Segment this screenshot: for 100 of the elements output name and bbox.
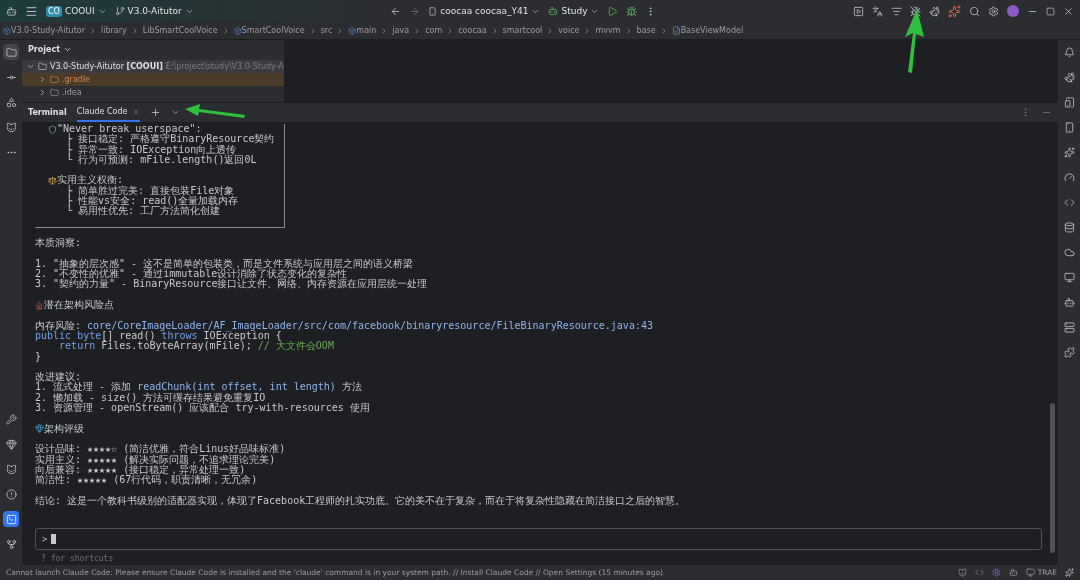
terminal-text: "Never break userspace": (57, 124, 202, 134)
server-icon[interactable] (1063, 321, 1075, 333)
code-token: return (59, 341, 96, 352)
tree-item[interactable]: V3.0-Study-Aitutor [COOUI] E:\project\study\V3.0-Study-A (22, 60, 284, 73)
module-icon (233, 26, 242, 35)
breadcrumb-item[interactable]: LibSmartCoolVoice (142, 26, 218, 35)
breadcrumb-item[interactable]: mvvm (595, 26, 621, 35)
code-icon[interactable] (1063, 196, 1075, 208)
animal-icon[interactable] (1063, 71, 1075, 83)
debug-icon[interactable] (626, 5, 638, 17)
project-selector[interactable]: CO COOUI (46, 5, 107, 17)
folder-icon[interactable] (5, 46, 17, 58)
search-icon[interactable] (969, 5, 980, 17)
cat-icon[interactable] (5, 121, 17, 133)
tool-window-title: Terminal (28, 108, 67, 117)
breadcrumb-item[interactable]: base (636, 26, 656, 35)
puzzle-icon[interactable] (1063, 346, 1075, 358)
animal-icon[interactable] (929, 5, 940, 17)
breadcrumb-item[interactable]: java (392, 26, 410, 35)
terminal-text: [] read() (101, 330, 156, 341)
menu-icon[interactable] (25, 4, 38, 18)
code-token: core/CoreImageLoader/AF_ImageLoader/src/com/facebook/binaryresource/FileBinaryResource.java:43 (87, 320, 653, 331)
cat-icon[interactable] (957, 568, 967, 577)
breadcrumb-item[interactable]: smartcool (502, 26, 543, 35)
terminal-text: └ 行为可预测: mFile.length()返回0L (65, 154, 257, 166)
shapes-icon[interactable] (5, 96, 17, 108)
annotation-arrow (185, 104, 245, 118)
gem-icon[interactable] (5, 438, 17, 450)
robot-icon[interactable] (1063, 296, 1075, 308)
git-icon[interactable] (5, 538, 17, 550)
scrollbar-thumb[interactable] (1050, 403, 1055, 553)
monitor-icon (1025, 568, 1035, 577)
code-token: public byte (35, 330, 102, 341)
bell-icon[interactable] (1063, 46, 1075, 58)
monitor-icon[interactable] (1063, 271, 1075, 283)
terminal-text: 架构评级 (44, 423, 84, 434)
breadcrumb-item[interactable]: coocaa (458, 26, 487, 35)
translate-icon[interactable] (872, 5, 883, 17)
breadcrumb-item[interactable]: src (320, 26, 333, 35)
tools-icon[interactable] (5, 413, 17, 425)
terminal-text: 本质洞察: (35, 238, 82, 249)
tree-item[interactable]: .gradle (22, 73, 284, 86)
gauge-icon[interactable] (1063, 171, 1075, 183)
breadcrumb-item[interactable]: main (356, 26, 377, 35)
terminal-text: 3. "契约的力量" - BinaryResource接口让文件、网络、内存资源在应用层统一处理 (35, 279, 428, 290)
caret-icon[interactable] (170, 108, 180, 117)
terminal-text: 向后兼容: ★★★★★ (接口稳定，异常处理一致) (35, 464, 246, 475)
phone-icon[interactable] (1063, 121, 1075, 133)
terminal-text: 设计品味: ★★★★☆ (简洁优雅，符合Linus好品味标准) (35, 444, 286, 455)
add-icon[interactable] (149, 107, 161, 118)
terminal-text: IOException { (203, 330, 282, 341)
bug-icon[interactable] (910, 5, 921, 17)
back-icon[interactable] (390, 5, 402, 17)
toolbar-icon[interactable] (853, 5, 864, 17)
device-selector[interactable]: coocaa coocaa_Y41 (428, 6, 541, 16)
terminal-text: 3. 资源管理 - openStream() 应该配合 try-with-resources 使用 (35, 403, 370, 414)
folder-icon (50, 88, 59, 97)
settings-icon[interactable] (988, 5, 999, 17)
terminal-text: 2. 懒加载 - size() 方法可缓存结果避免重复IO (35, 392, 266, 403)
terminal-text: 内存风险: (35, 320, 83, 331)
sparkle-icon[interactable] (1063, 146, 1075, 158)
avatar[interactable] (1007, 5, 1019, 17)
breadcrumb-item[interactable]: BaseViewModel (680, 26, 744, 35)
breadcrumb-item[interactable]: V3.0-Study-Aitutor (11, 26, 85, 35)
cat-icon[interactable] (5, 463, 17, 475)
code-token: readChunk(int offset, int length) (137, 382, 336, 393)
breadcrumb-item[interactable]: SmartCoolVoice (241, 26, 305, 35)
sparkle-icon[interactable] (1065, 568, 1074, 577)
terminal-text: 潜在架构风险点 (44, 300, 114, 311)
terminal-text: ├ 异常一致: IOException向上透传 (65, 144, 237, 155)
folder-icon (38, 62, 47, 71)
close-icon[interactable] (1063, 5, 1074, 17)
burst-icon[interactable] (948, 4, 961, 18)
database-icon[interactable] (1063, 221, 1075, 233)
panel-title[interactable]: Project (28, 45, 61, 54)
terminal-icon[interactable] (5, 513, 17, 525)
breadcrumb-item[interactable]: com (425, 26, 443, 35)
code-token: throws (161, 330, 198, 341)
folder-icon (50, 75, 59, 84)
prompt-input[interactable]: > (35, 528, 1042, 550)
terminal-text: 方法 (340, 382, 362, 393)
caret-icon[interactable] (63, 45, 73, 54)
list-icon[interactable] (891, 5, 902, 17)
run-config-selector[interactable]: Study (548, 6, 600, 16)
problems-icon[interactable] (5, 488, 17, 500)
breadcrumb-item[interactable]: library (101, 26, 127, 35)
chevron-icon (89, 26, 97, 35)
terminal-text: 简洁性: ★★★★★ (67行代码，职责清晰，无冗余) (35, 475, 258, 486)
run-icon[interactable] (607, 5, 619, 17)
robot-icon[interactable] (1008, 568, 1018, 577)
terminal-text: 结论: 这是一个教科书级别的适配器实现，体现了Facebook工程师的扎实功底。它的美不在于复杂，而在于将复杂性隐藏在简洁接口之后的智慧。 (35, 495, 686, 506)
code-comment: // 大文件会OOM (257, 341, 334, 352)
device-icon[interactable] (1063, 96, 1075, 108)
terminal-text: ├ 接口稳定: 严格遵守BinaryResource契约 (65, 134, 275, 145)
branch-selector[interactable]: V3.0-Aitutor (114, 6, 194, 16)
tree-item[interactable]: .idea (22, 86, 284, 99)
cloud-icon[interactable] (1063, 246, 1075, 258)
maximize-icon[interactable] (1046, 6, 1055, 16)
terminal-text: └ 易用性优先: 工厂方法简化创建 (65, 206, 221, 217)
breadcrumb-item[interactable]: voice (558, 26, 580, 35)
